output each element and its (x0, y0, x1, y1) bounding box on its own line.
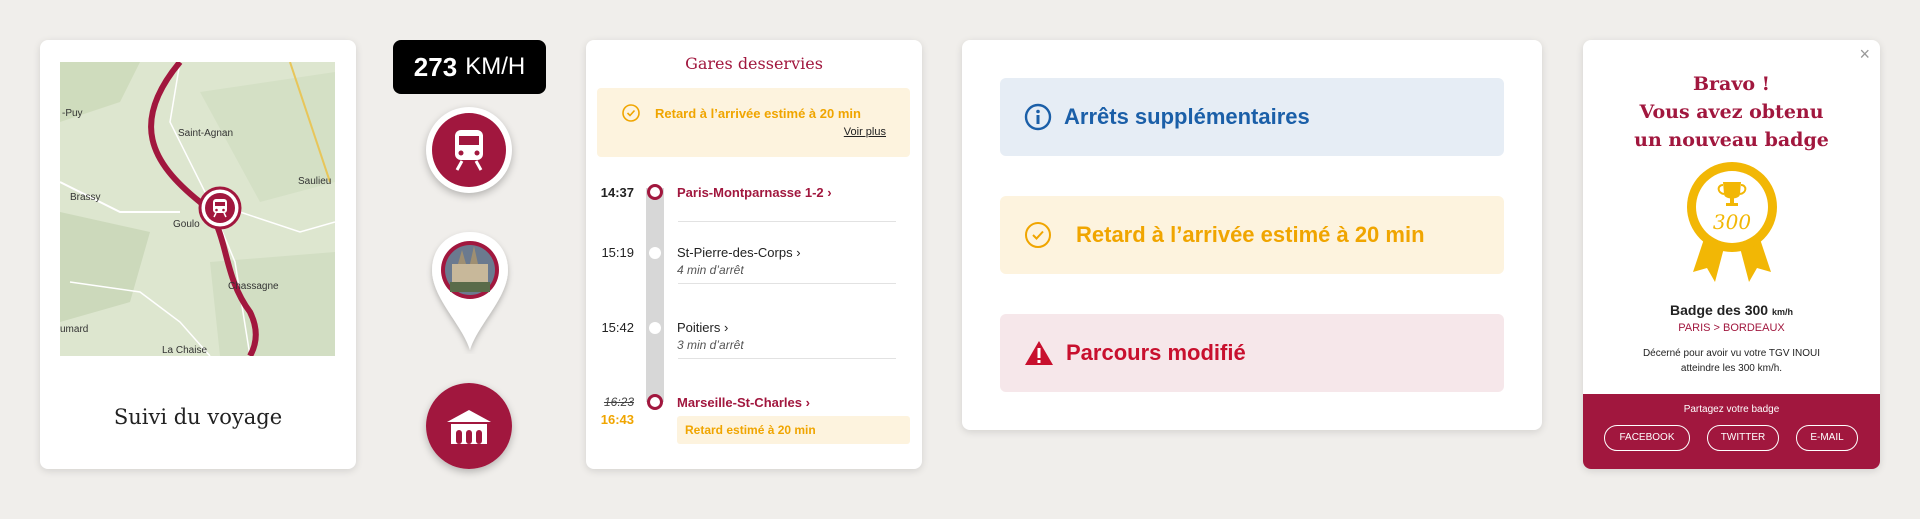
stop-name: Marseille-St-Charles › (677, 395, 810, 410)
speed-badge: 273 KM/H (393, 40, 546, 94)
share-label: Partagez votre badge (1683, 404, 1780, 415)
train-position-marker[interactable] (198, 186, 242, 230)
badge-description: Décerné pour avoir vu votre TGV INOUI at… (1642, 348, 1821, 374)
stop-name: St-Pierre-des-Corps › (677, 245, 801, 260)
served-stations-card: Gares desservies Retard à l’arrivée esti… (586, 40, 922, 469)
train-icon-button[interactable] (426, 107, 512, 193)
stop-name: Paris-Montparnasse 1-2 › (677, 185, 832, 200)
timeline-track (646, 188, 664, 402)
alerts-card: Arrêts supplémentaires Retard à l’arrivé… (962, 40, 1542, 430)
delay-alert[interactable]: Retard à l’arrivée estimé à 20 min (1000, 196, 1504, 274)
close-icon[interactable]: × (1859, 44, 1870, 65)
see-more-link[interactable]: Voir plus (844, 126, 886, 138)
map-town-label: La Chaise (162, 345, 208, 356)
stop-delay-note: Retard estimé à 20 min (677, 416, 910, 444)
stop-name: Poitiers › (677, 320, 729, 335)
alert-text: Arrêts supplémentaires (1064, 104, 1310, 129)
stop-time: 14:37 (600, 185, 634, 200)
info-alert[interactable]: Arrêts supplémentaires (1000, 78, 1504, 156)
map-town-label: Saint-Agnan (178, 128, 234, 139)
divider (678, 283, 896, 284)
divider (678, 358, 896, 359)
trophy-medal-icon: 300 (1687, 162, 1777, 282)
stop-dot (649, 247, 661, 259)
station-icon (447, 410, 491, 444)
facebook-share-button[interactable]: FACEBOOK (1604, 425, 1690, 451)
badge-popup: × Bravo ! Vous avez obtenu un nouveau ba… (1583, 40, 1880, 469)
info-icon (1024, 103, 1052, 131)
stop-dot (647, 184, 663, 200)
map-town-label: Goulo (173, 219, 200, 230)
map-town-label: Saulieu (298, 176, 332, 187)
train-icon (455, 130, 483, 171)
card-title: Gares desservies (685, 54, 823, 73)
svg-text:300: 300 (1713, 210, 1751, 234)
stop-dot (647, 394, 663, 410)
stop-duration: 3 min d’arrêt (677, 338, 744, 352)
route-map[interactable]: -Puy Saint-Agnan Saulieu Brassy Goulo Ch… (60, 62, 335, 356)
estimated-time: 16:43 (600, 412, 634, 427)
speed-value: 273 (413, 51, 458, 82)
alert-text: Retard à l’arrivée estimé à 20 min (1076, 222, 1425, 247)
check-circle-icon (1025, 222, 1051, 248)
twitter-share-button[interactable]: TWITTER (1707, 425, 1779, 451)
station-icon-button[interactable] (426, 383, 512, 469)
delay-banner: Retard à l’arrivée estimé à 20 min Voir … (597, 88, 910, 157)
map-town-label: -Puy (62, 108, 83, 119)
stop-dot (649, 322, 661, 334)
map-town-label: Brassy (70, 192, 101, 203)
alert-text: Parcours modifié (1066, 340, 1246, 365)
map-town-label: umard (60, 324, 89, 335)
divider (678, 221, 896, 222)
stop-time: 15:19 (601, 245, 634, 260)
badge-name: Badge des 300 km/h (1670, 302, 1793, 318)
badge-heading: Bravo ! Vous avez obtenu un nouveau badg… (1634, 73, 1829, 151)
stop-time: 15:42 (601, 320, 634, 335)
stop-duration: 4 min d’arrêt (677, 263, 744, 277)
delay-text: Retard à l’arrivée estimé à 20 min (655, 106, 861, 121)
speed-unit: KM/H (465, 53, 526, 80)
map-town-label: Chassagne (228, 281, 279, 292)
badge-route: PARIS > BORDEAUX (1678, 322, 1785, 334)
email-share-button[interactable]: E-MAIL (1796, 425, 1858, 451)
warning-icon (1025, 341, 1053, 365)
card-title: Suivi du voyage (113, 405, 283, 429)
journey-tracking-card[interactable]: -Puy Saint-Agnan Saulieu Brassy Goulo Ch… (40, 40, 356, 469)
check-circle-icon (622, 104, 640, 122)
route-change-alert[interactable]: Parcours modifié (1000, 314, 1504, 392)
scheduled-time: 16:23 (603, 395, 634, 409)
share-section: Partagez votre badge FACEBOOK TWITTER E-… (1583, 394, 1880, 469)
map-pin-photo-icon[interactable] (426, 228, 514, 354)
